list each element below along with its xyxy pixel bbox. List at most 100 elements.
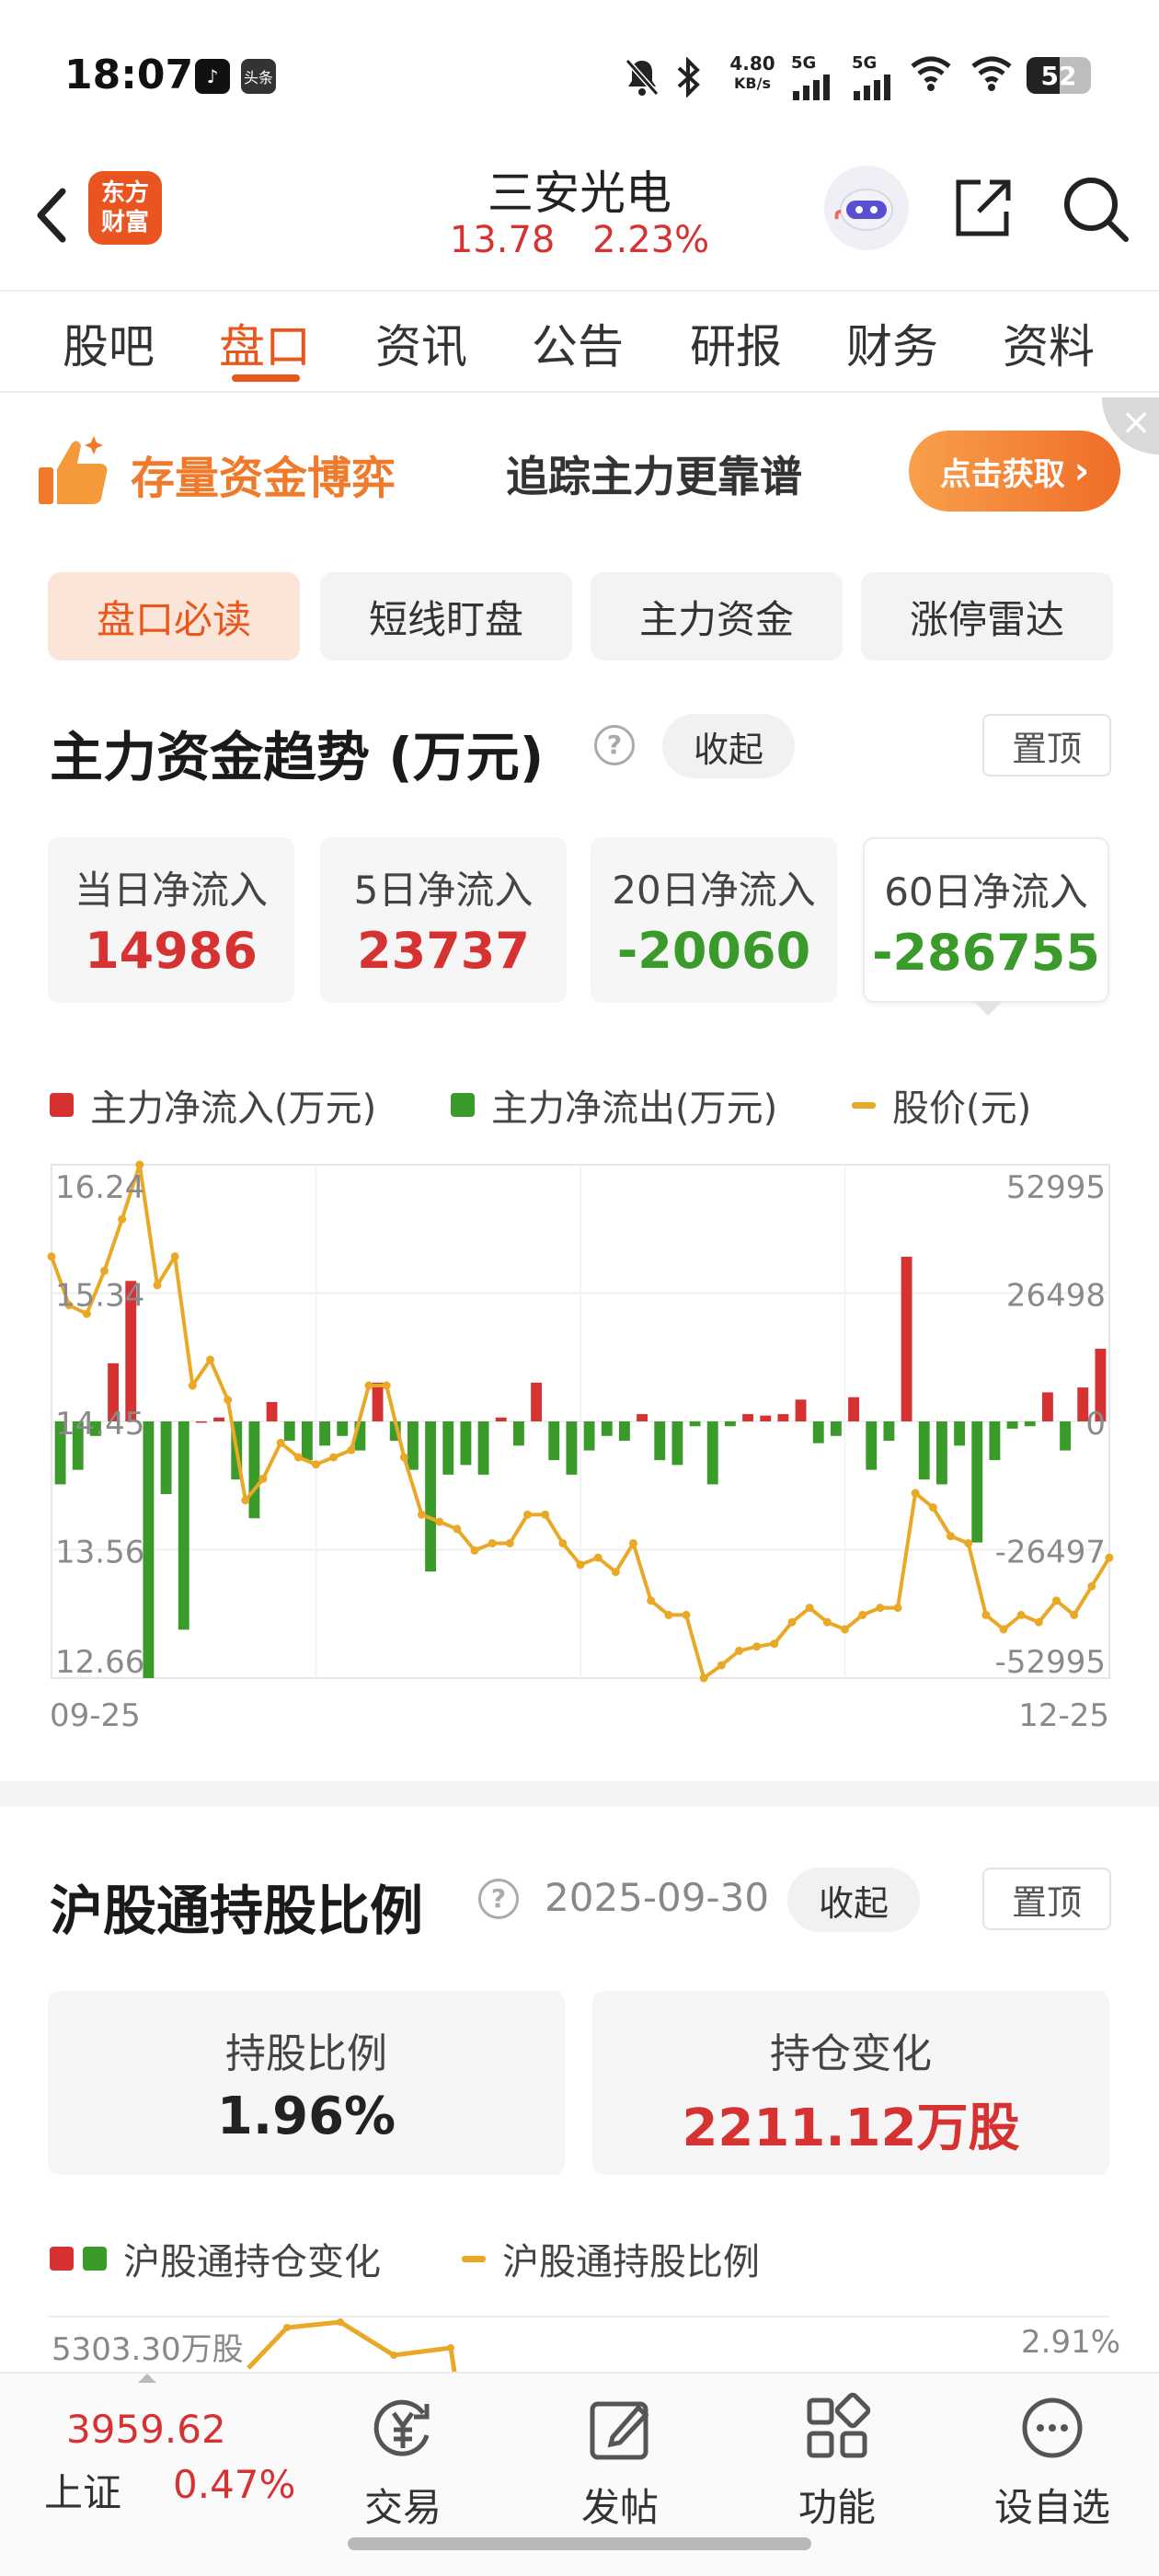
index-change[interactable]: 0.47% — [173, 2462, 295, 2507]
inflow-bar — [1041, 1392, 1053, 1421]
chevron-right-icon: › — [1073, 450, 1090, 492]
bluetooth-icon — [671, 56, 705, 101]
hk-connect-title: 沪股通持股比例 — [50, 1880, 424, 1942]
right-axis-tick: 0 — [1085, 1406, 1106, 1443]
battery-level: 52 — [1040, 61, 1077, 91]
price-point — [100, 1266, 109, 1275]
tab-profile[interactable]: 资料 — [1003, 310, 1095, 376]
index-expand-icon[interactable] — [138, 2374, 156, 2383]
price-point — [1052, 1596, 1061, 1605]
x-axis-start: 09-25 — [50, 1697, 141, 1734]
tab-research[interactable]: 研报 — [690, 310, 782, 376]
subtab-short-term[interactable]: 短线盯盘 — [320, 572, 572, 661]
outflow-bar — [954, 1421, 966, 1446]
price-point — [47, 1252, 56, 1261]
holding-card-label: 持股比例 — [225, 2030, 387, 2077]
holding-card-value: 2211.12万股 — [682, 2099, 1020, 2158]
outflow-bar — [935, 1421, 947, 1485]
price-point — [893, 1604, 902, 1613]
section-divider — [0, 1781, 1159, 1807]
inflow-bar — [213, 1417, 225, 1421]
stock-change-pct: 2.23% — [592, 219, 710, 261]
signal-2-label: 5G — [852, 53, 878, 73]
left-axis-tick: 15.34 — [55, 1278, 144, 1315]
flow-card-20d[interactable]: 20日净流入 -20060 — [591, 837, 837, 1003]
collapse-button[interactable]: 收起 — [662, 714, 795, 778]
outflow-bar — [830, 1421, 842, 1436]
flow-card-label: 5日净流入 — [353, 868, 534, 913]
inflow-bar — [901, 1257, 912, 1421]
share-icon[interactable] — [949, 175, 1016, 245]
outflow-bar — [689, 1421, 701, 1427]
trade-yen-icon — [329, 2386, 476, 2469]
price-point — [418, 1510, 426, 1519]
price-point — [206, 1355, 214, 1364]
help-icon[interactable]: ? — [478, 1879, 519, 1919]
flow-card-5d[interactable]: 5日净流入 23737 — [320, 837, 567, 1003]
price-point — [682, 1610, 691, 1619]
functions-label: 功能 — [798, 2485, 876, 2530]
grid-icon — [763, 2386, 911, 2469]
tab-announcements[interactable]: 公告 — [532, 310, 624, 376]
outflow-bar — [548, 1421, 560, 1461]
outflow-bar — [1060, 1421, 1072, 1451]
banner-mid-text: 追踪主力更靠谱 — [506, 452, 802, 501]
pin-top-button[interactable]: 置顶 — [982, 1868, 1111, 1930]
home-indicator — [348, 2537, 811, 2550]
fund-trend-chart[interactable]: 16.24 15.34 14.45 13.56 12.66 52995 26498 0 -264… — [0, 1150, 1159, 1748]
legend-holding-ratio-label: 沪股通持股比例 — [502, 2241, 760, 2283]
price-point — [488, 1538, 497, 1547]
left-axis-tick: 12.66 — [55, 1644, 144, 1681]
price-point — [629, 1538, 637, 1547]
pin-top-button[interactable]: 置顶 — [982, 714, 1111, 776]
price-point — [1016, 1610, 1026, 1619]
price-point — [453, 1524, 462, 1534]
price-point — [611, 1568, 620, 1577]
price-point — [964, 1538, 973, 1547]
tab-guba[interactable]: 股吧 — [63, 310, 155, 376]
price-point — [224, 1396, 233, 1405]
selected-card-pointer — [973, 1001, 1003, 1016]
add-watchlist-button[interactable]: 设自选 — [979, 2386, 1126, 2533]
price-point — [999, 1625, 1008, 1634]
price-point — [505, 1538, 514, 1547]
price-point — [822, 1617, 832, 1627]
outflow-bar — [337, 1421, 349, 1436]
promo-banner[interactable]: 存量资金博弈 追踪主力更靠谱 点击获取 › × — [0, 397, 1159, 545]
functions-button[interactable]: 功能 — [763, 2386, 911, 2533]
flow-card-60d[interactable]: 60日净流入 -286755 — [863, 837, 1109, 1003]
flow-card-value: -20060 — [616, 922, 811, 980]
net-speed-value: 4.80 — [729, 52, 775, 75]
subtab-must-read[interactable]: 盘口必读 — [48, 572, 300, 661]
tab-news[interactable]: 资讯 — [375, 310, 467, 376]
outflow-bar — [583, 1421, 595, 1451]
outflow-bar — [160, 1421, 172, 1494]
legend-price-line — [852, 1101, 876, 1109]
price-point — [541, 1510, 550, 1519]
tab-pankou[interactable]: 盘口 — [219, 310, 311, 376]
outflow-bar — [283, 1421, 295, 1442]
price-point — [576, 1560, 585, 1570]
outflow-bar — [425, 1421, 437, 1572]
subtab-main-funds[interactable]: 主力资金 — [591, 572, 843, 661]
price-point — [170, 1252, 179, 1261]
assistant-robot-icon[interactable] — [824, 166, 909, 250]
price-point — [981, 1610, 991, 1619]
subtab-limit-up-radar[interactable]: 涨停雷达 — [861, 572, 1113, 661]
collapse-button[interactable]: 收起 — [787, 1868, 920, 1932]
price-point — [188, 1381, 197, 1390]
legend-red-swatch — [50, 2247, 74, 2271]
flow-card-today[interactable]: 当日净流入 14986 — [48, 837, 294, 1003]
outflow-bar — [301, 1421, 313, 1461]
index-name[interactable]: 上证 — [44, 2462, 121, 2518]
compose-label: 发帖 — [580, 2485, 659, 2530]
search-icon[interactable] — [1060, 171, 1133, 248]
tab-finance[interactable]: 财务 — [846, 310, 938, 376]
help-icon[interactable]: ? — [594, 725, 635, 765]
outflow-bar — [724, 1421, 736, 1427]
get-now-button[interactable]: 点击获取 › — [909, 431, 1120, 512]
trade-button[interactable]: 交易 — [329, 2386, 476, 2533]
price-point — [717, 1661, 726, 1670]
index-value[interactable]: 3959.62 — [66, 2407, 226, 2452]
compose-button[interactable]: 发帖 — [546, 2386, 694, 2533]
